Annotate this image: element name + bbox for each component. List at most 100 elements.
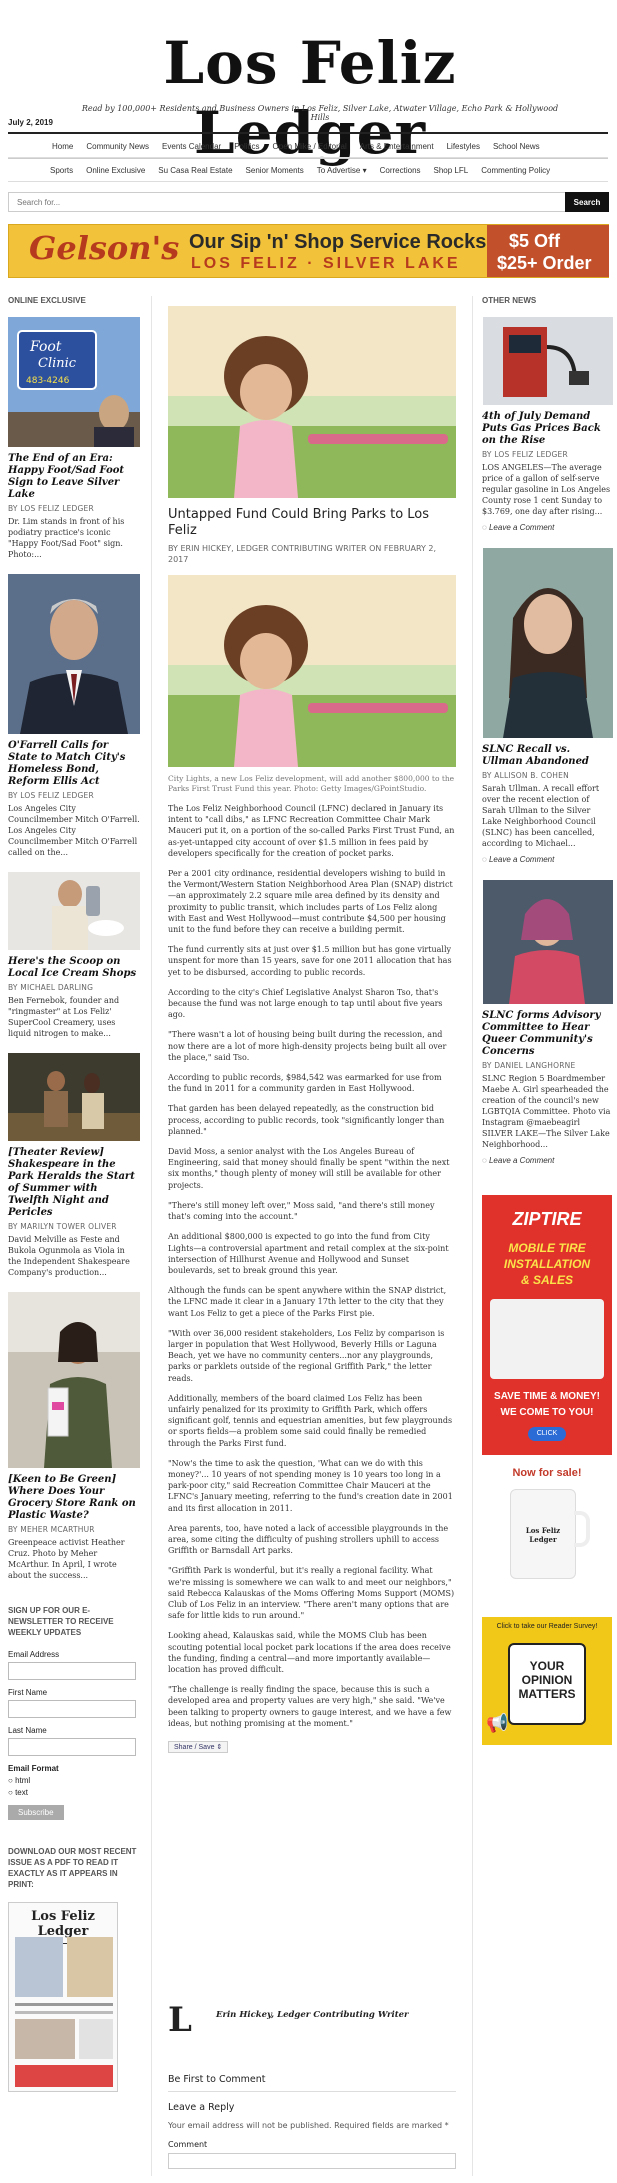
search-button[interactable]: Search bbox=[565, 192, 609, 212]
nav-item-politics[interactable]: Politics bbox=[234, 142, 259, 151]
exclusive-article-card[interactable]: Foot Clinic 483-4246 The End of an Era: … bbox=[8, 317, 140, 560]
exclusive-article-card[interactable]: [Keen to Be Green] Where Does Your Groce… bbox=[8, 1292, 140, 1581]
comment-bubble-icon: ◌ bbox=[482, 1156, 489, 1165]
thumb-ad bbox=[79, 2019, 113, 2059]
sarah-ullman-portrait-photo[interactable] bbox=[482, 548, 614, 738]
author-name[interactable]: Erin Hickey, Ledger Contributing Writer bbox=[216, 2010, 409, 2020]
primary-nav: Home Community News Events Calendar Politic… bbox=[8, 132, 608, 158]
other-news-card[interactable]: SLNC forms Advisory Committee to Hear Qu… bbox=[482, 880, 614, 1165]
article-paragraph: The Los Feliz Neighborhood Council (LFNC… bbox=[168, 804, 455, 858]
article-paragraph: Looking ahead, Kalauskas said, while the… bbox=[168, 1631, 451, 1674]
nav-item-su-casa-real-estate[interactable]: Su Casa Real Estate bbox=[158, 166, 232, 175]
comment-bubble-icon: ◌ bbox=[482, 855, 489, 864]
reader-survey-ad[interactable]: Click to take our Reader Survey! YOUR OP… bbox=[482, 1617, 612, 1745]
sign-text-3: 483-4246 bbox=[26, 376, 70, 386]
leave-comment-link[interactable]: ◌ Leave a Comment bbox=[482, 523, 612, 532]
nav-item-shop-lfl[interactable]: Shop LFL bbox=[434, 166, 469, 175]
pdf-download-heading: DOWNLOAD OUR MOST RECENT ISSUE AS A PDF … bbox=[8, 1847, 137, 1889]
nav-item-open-mike-editorial[interactable]: Open Mike / Editorial bbox=[273, 142, 347, 151]
article-paragraph: According to public records, $984,542 wa… bbox=[168, 1073, 442, 1094]
article-byline: BY LOS FELIZ LEDGER bbox=[482, 450, 568, 459]
article-paragraph: An additional $800,000 is expected to go… bbox=[168, 1232, 449, 1275]
article-paragraph: "Now's the time to ask the question, 'Wh… bbox=[168, 1458, 453, 1513]
ice-cream-maker-photo[interactable] bbox=[8, 872, 140, 950]
nav-item-arts-entertainment[interactable]: Arts & Entertainment bbox=[360, 142, 434, 151]
comment-label: Comment bbox=[168, 2140, 208, 2149]
search-bar: Search bbox=[8, 190, 609, 214]
nav-item-commenting-policy[interactable]: Commenting Policy bbox=[481, 166, 550, 175]
nav-item-senior-moments[interactable]: Senior Moments bbox=[246, 166, 304, 175]
exclusive-article-card[interactable]: Here's the Scoop on Local Ice Cream Shop… bbox=[8, 872, 140, 1039]
shakespeare-play-photo[interactable] bbox=[8, 1053, 140, 1141]
article-byline: BY MICHAEL DARLING bbox=[8, 983, 94, 992]
article-paragraph: Per a 2001 city ordinance, residential d… bbox=[168, 869, 453, 935]
article-title[interactable]: Here's the Scoop on Local Ice Cream Shop… bbox=[8, 956, 140, 980]
latest-issue-pdf-thumbnail[interactable]: Los Feliz Ledger bbox=[8, 1902, 118, 2092]
thumb-text-line bbox=[15, 2011, 113, 2014]
exclusive-article-card[interactable]: [Theater Review] Shakespeare in the Park… bbox=[8, 1053, 140, 1278]
exclusive-article-card[interactable]: O'Farrell Calls for State to Match City'… bbox=[8, 574, 140, 858]
gelsons-banner-ad[interactable]: Gelson's Our Sip 'n' Shop Service Rocks!… bbox=[8, 224, 609, 278]
comment-notice: Your email address will not be published… bbox=[168, 2121, 449, 2130]
nav-item-home[interactable]: Home bbox=[52, 142, 73, 151]
article-title[interactable]: [Theater Review] Shakespeare in the Park… bbox=[8, 1147, 140, 1219]
leave-comment-link[interactable]: ◌ Leave a Comment bbox=[482, 1156, 612, 1165]
article-paragraph: Area parents, too, have noted a lack of … bbox=[168, 1523, 449, 1556]
subscribe-button[interactable]: Subscribe bbox=[8, 1805, 64, 1820]
banner-headline: Our Sip 'n' Shop Service Rocks! bbox=[189, 231, 494, 253]
article-byline: BY MEHER MCARTHUR bbox=[8, 1525, 95, 1534]
first-name-field[interactable] bbox=[8, 1700, 136, 1718]
last-name-field[interactable] bbox=[8, 1738, 136, 1756]
nav-item-corrections[interactable]: Corrections bbox=[380, 166, 421, 175]
share-save-button[interactable]: Share / Save ⇕ bbox=[168, 1741, 229, 1754]
nav-item-online-exclusive[interactable]: Online Exclusive bbox=[86, 166, 145, 175]
nav-item-sports[interactable]: Sports bbox=[50, 166, 73, 175]
article-title[interactable]: O'Farrell Calls for State to Match City'… bbox=[8, 740, 140, 788]
ziptire-van-illustration bbox=[490, 1299, 604, 1379]
gas-pump-photo[interactable] bbox=[482, 317, 614, 405]
article-title[interactable]: SLNC forms Advisory Committee to Hear Qu… bbox=[482, 1010, 612, 1058]
online-exclusive-heading: ONLINE EXCLUSIVE bbox=[8, 296, 86, 305]
nav-item-lifestyles[interactable]: Lifestyles bbox=[447, 142, 480, 151]
ziptire-line3: & SALES bbox=[520, 1273, 573, 1287]
article-byline: BY LOS FELIZ LEDGER bbox=[8, 504, 94, 513]
article-title[interactable]: 4th of July Demand Puts Gas Prices Back … bbox=[482, 411, 612, 447]
email-field[interactable] bbox=[8, 1662, 136, 1680]
other-news-card[interactable]: 4th of July Demand Puts Gas Prices Back … bbox=[482, 317, 614, 532]
ziptire-click-button[interactable]: CLICK bbox=[528, 1427, 566, 1441]
article-paragraph: "Griffith Park is wonderful, but it's re… bbox=[168, 1566, 455, 1621]
leave-comment-link[interactable]: ◌ Leave a Comment bbox=[482, 855, 612, 864]
article-title[interactable]: The End of an Era: Happy Foot/Sad Foot S… bbox=[8, 453, 140, 501]
ziptire-ad[interactable]: ZIPTIRE MOBILE TIRE INSTALLATION & SALES… bbox=[482, 1195, 612, 1455]
other-news-card[interactable]: SLNC Recall vs. Ullman Abandoned BY ALLI… bbox=[482, 548, 614, 864]
grocery-activist-photo[interactable] bbox=[8, 1292, 140, 1468]
article-excerpt: Los Angeles City Councilmember Mitch O'F… bbox=[8, 804, 140, 857]
nav-item-school-news[interactable]: School News bbox=[493, 142, 540, 151]
banner-offer-min: $25+ Order bbox=[497, 253, 592, 273]
search-input[interactable] bbox=[8, 192, 568, 212]
foot-clinic-sign-photo[interactable]: Foot Clinic 483-4246 bbox=[8, 317, 140, 447]
article-lead-photo[interactable] bbox=[168, 306, 456, 498]
first-name-label: First Name bbox=[8, 1688, 48, 1697]
format-text-option[interactable]: ○ text bbox=[8, 1788, 140, 1797]
format-html-option[interactable]: ○ html bbox=[8, 1776, 140, 1785]
article-excerpt: Sarah Ullman. A recall effort over the r… bbox=[482, 784, 600, 848]
comment-textarea[interactable] bbox=[168, 2153, 456, 2169]
leave-reply-heading: Leave a Reply bbox=[168, 2102, 235, 2113]
article-title[interactable]: SLNC Recall vs. Ullman Abandoned bbox=[482, 744, 612, 768]
article-excerpt: Dr. Lim stands in front of his podiatry … bbox=[8, 517, 125, 559]
comment-bubble-icon: ◌ bbox=[482, 523, 489, 532]
maebe-a-girl-photo[interactable] bbox=[482, 880, 614, 1004]
sign-text-2: Clinic bbox=[38, 356, 77, 371]
article-byline: BY DANIEL LANGHORNE bbox=[482, 1061, 576, 1070]
article-body-photo[interactable] bbox=[168, 575, 456, 767]
nav-item-community-news[interactable]: Community News bbox=[86, 142, 149, 151]
nav-item-to-advertise[interactable]: To Advertise ▾ bbox=[317, 166, 367, 175]
format-text-label: text bbox=[15, 1788, 28, 1797]
nav-item-events-calendar[interactable]: Events Calendar bbox=[162, 142, 221, 151]
councilmember-portrait-photo[interactable] bbox=[8, 574, 140, 734]
article-title[interactable]: [Keen to Be Green] Where Does Your Groce… bbox=[8, 1474, 140, 1522]
survey-speech-bubble: YOUR OPINION MATTERS bbox=[508, 1643, 586, 1725]
mug-sale-ad[interactable]: Now for sale! Los Feliz Ledger bbox=[482, 1467, 612, 1607]
leave-comment-label: Leave a Comment bbox=[488, 1156, 555, 1165]
